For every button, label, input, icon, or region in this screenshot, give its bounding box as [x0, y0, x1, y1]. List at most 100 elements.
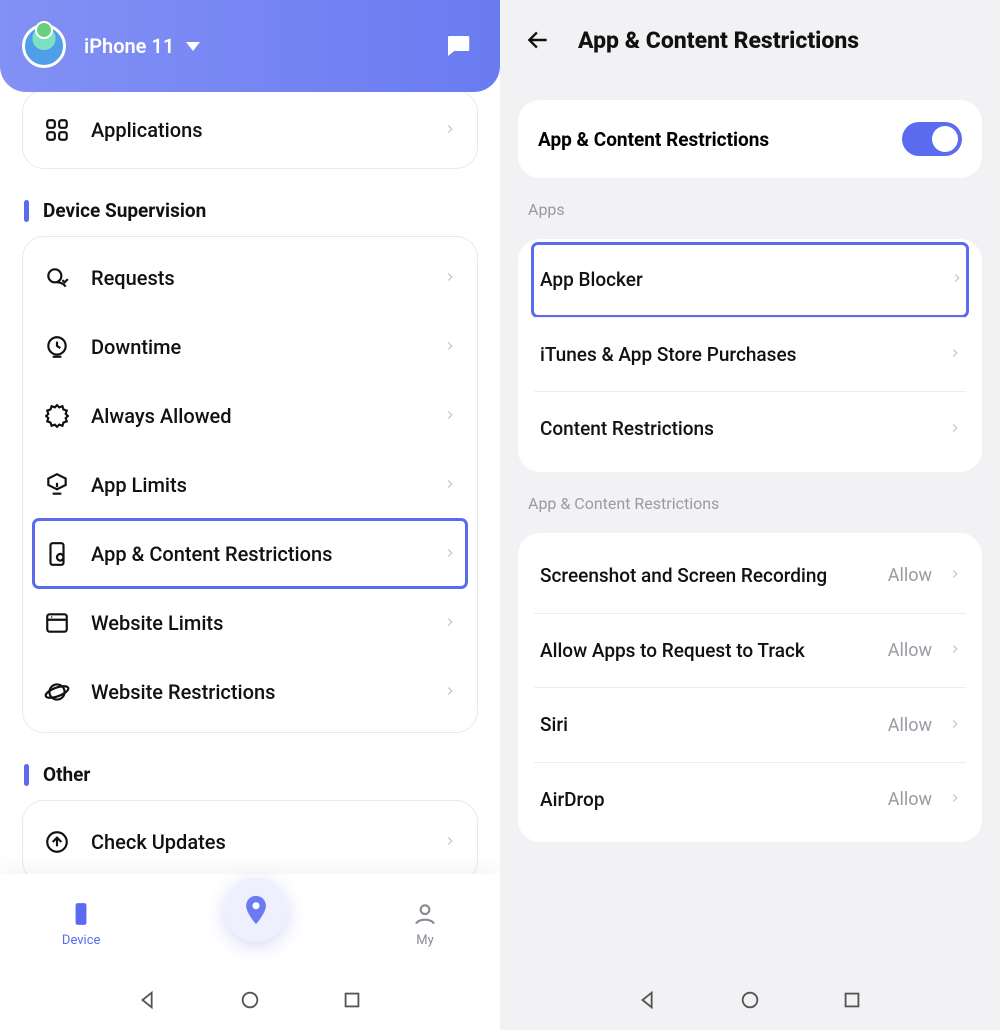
master-toggle-label: App & Content Restrictions — [538, 128, 769, 151]
app-limits-label: App Limits — [91, 473, 187, 497]
arrow-left-icon — [525, 27, 551, 53]
content-restrictions-row[interactable]: Content Restrictions — [534, 391, 966, 466]
chevron-right-icon — [443, 683, 457, 702]
grid-icon — [41, 114, 73, 146]
update-arrow-icon — [41, 826, 73, 858]
avatar[interactable] — [22, 24, 66, 68]
nav-back-button[interactable] — [137, 989, 159, 1015]
nav-back-button[interactable] — [637, 989, 659, 1015]
android-nav-left — [0, 974, 500, 1030]
screenshot-recording-label: Screenshot and Screen Recording — [540, 563, 827, 589]
other-card: Check Updates — [22, 800, 478, 874]
screenshot-recording-row[interactable]: Screenshot and Screen Recording Allow — [534, 539, 966, 613]
chevron-right-icon — [948, 641, 962, 660]
siri-row[interactable]: Siri Allow — [534, 687, 966, 762]
app-blocker-label: App Blocker — [540, 267, 643, 293]
app-content-restrictions-row[interactable]: App & Content Restrictions — [33, 519, 467, 588]
section-accent-bar — [24, 764, 29, 786]
messages-button[interactable] — [438, 26, 478, 66]
check-updates-row[interactable]: Check Updates — [33, 807, 467, 874]
requests-icon — [41, 262, 73, 294]
tab-device-label: Device — [62, 933, 101, 948]
bottom-tab-bar: Device My — [0, 874, 500, 974]
allow-track-value: Allow — [888, 640, 932, 661]
allow-track-label: Allow Apps to Request to Track — [540, 638, 805, 664]
phone-icon — [68, 901, 94, 927]
device-gear-icon — [41, 538, 73, 570]
nav-recents-button[interactable] — [341, 989, 363, 1015]
website-limits-row[interactable]: Website Limits — [33, 588, 467, 657]
app-limits-row[interactable]: App Limits — [33, 450, 467, 519]
section-accent-bar — [24, 200, 29, 222]
group-restrictions-label: App & Content Restrictions — [528, 494, 982, 513]
chevron-right-icon — [443, 614, 457, 633]
chevron-right-icon — [948, 716, 962, 735]
chevron-right-icon — [948, 566, 962, 585]
app-blocker-row[interactable]: App Blocker — [532, 243, 968, 317]
location-pin-icon — [239, 893, 273, 927]
master-toggle-card: App & Content Restrictions — [518, 100, 982, 178]
tab-my[interactable]: My — [412, 901, 438, 948]
siri-label: Siri — [540, 712, 568, 738]
nav-recents-button[interactable] — [841, 989, 863, 1015]
left-header: iPhone 11 — [0, 0, 500, 92]
check-updates-label: Check Updates — [91, 830, 226, 854]
chevron-right-icon — [950, 270, 964, 289]
website-limits-label: Website Limits — [91, 611, 223, 635]
badge-icon — [41, 400, 73, 432]
website-restrictions-row[interactable]: Website Restrictions — [33, 657, 467, 726]
section-other-title: Other — [43, 763, 90, 786]
chevron-right-icon — [443, 269, 457, 288]
android-nav-right — [500, 974, 1000, 1030]
itunes-purchases-row[interactable]: iTunes & App Store Purchases — [534, 317, 966, 392]
chat-icon — [443, 31, 473, 61]
group-apps-label: Apps — [528, 200, 982, 219]
right-header: App & Content Restrictions — [500, 0, 1000, 80]
airdrop-value: Allow — [888, 789, 932, 810]
section-supervision-title: Device Supervision — [43, 199, 206, 222]
allow-track-row[interactable]: Allow Apps to Request to Track Allow — [534, 613, 966, 688]
section-other-header: Other — [24, 763, 478, 786]
always-allowed-row[interactable]: Always Allowed — [33, 381, 467, 450]
chevron-right-icon — [443, 407, 457, 426]
cube-timer-icon — [41, 469, 73, 501]
app-content-restrictions-label: App & Content Restrictions — [91, 542, 332, 566]
supervision-card: Requests Downtime Always Allowed App Lim… — [22, 236, 478, 733]
chevron-right-icon — [948, 345, 962, 364]
planet-icon — [41, 676, 73, 708]
requests-label: Requests — [91, 266, 175, 290]
requests-row[interactable]: Requests — [33, 243, 467, 312]
chevron-right-icon — [443, 833, 457, 852]
nav-home-button[interactable] — [239, 989, 261, 1015]
downtime-label: Downtime — [91, 335, 181, 359]
airdrop-row[interactable]: AirDrop Allow — [534, 762, 966, 837]
downtime-row[interactable]: Downtime — [33, 312, 467, 381]
device-selector-label[interactable]: iPhone 11 — [84, 34, 174, 58]
section-supervision-header: Device Supervision — [24, 199, 478, 222]
chevron-right-icon — [443, 338, 457, 357]
master-toggle[interactable] — [902, 122, 962, 156]
chevron-right-icon — [443, 476, 457, 495]
apps-card: App Blocker iTunes & App Store Purchases… — [518, 239, 982, 472]
chevron-right-icon — [443, 121, 457, 140]
nav-home-button[interactable] — [739, 989, 761, 1015]
itunes-purchases-label: iTunes & App Store Purchases — [540, 342, 796, 368]
back-button[interactable] — [518, 20, 558, 60]
airdrop-label: AirDrop — [540, 787, 605, 813]
applications-row[interactable]: Applications — [33, 95, 467, 164]
browser-icon — [41, 607, 73, 639]
page-title: App & Content Restrictions — [578, 27, 859, 54]
tab-my-label: My — [416, 933, 434, 948]
applications-label: Applications — [91, 118, 203, 142]
always-allowed-label: Always Allowed — [91, 404, 232, 428]
chevron-down-icon[interactable] — [186, 42, 200, 51]
tab-location[interactable] — [224, 878, 288, 942]
content-restrictions-label: Content Restrictions — [540, 416, 714, 442]
siri-value: Allow — [888, 715, 932, 736]
tab-device[interactable]: Device — [62, 901, 101, 948]
chevron-right-icon — [443, 545, 457, 564]
screenshot-recording-value: Allow — [888, 565, 932, 586]
applications-card: Applications — [22, 92, 478, 169]
person-icon — [412, 901, 438, 927]
restrictions-card: Screenshot and Screen Recording Allow Al… — [518, 533, 982, 843]
